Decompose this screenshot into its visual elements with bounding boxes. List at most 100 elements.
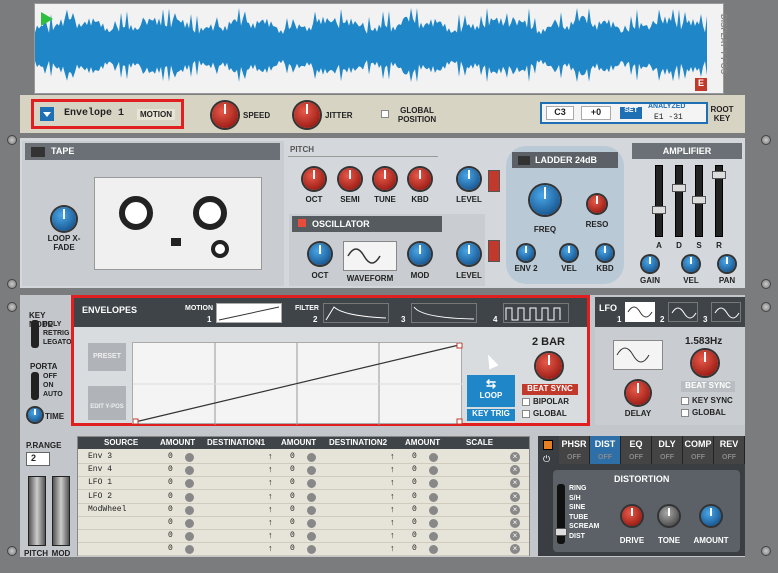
clear-row-icon[interactable]: ×	[510, 491, 520, 502]
release-slider[interactable]	[712, 165, 726, 237]
porta-switch[interactable]	[31, 372, 39, 400]
pitch-semi-knob[interactable]	[339, 168, 361, 190]
loop-button[interactable]: ⇆ LOOP	[467, 375, 515, 407]
table-row[interactable]: 0 ↑ 0 ↑ 0 ×	[78, 530, 529, 544]
amp-vel-knob[interactable]	[683, 256, 699, 272]
bipolar-checkbox[interactable]	[522, 397, 530, 406]
clear-row-icon[interactable]: ×	[510, 504, 520, 515]
amount2-knob-icon[interactable]	[307, 532, 316, 542]
env-bipolar-option[interactable]: BIPOLAR	[522, 397, 569, 406]
key-mode-switch[interactable]	[31, 320, 39, 348]
row-amount2[interactable]: 0	[290, 452, 295, 461]
row-amount1[interactable]: 0	[168, 492, 173, 501]
row-source[interactable]: LFO 2	[88, 492, 112, 501]
amount2-knob-icon[interactable]	[307, 479, 316, 489]
pitch-oct-knob[interactable]	[303, 168, 325, 190]
row-amount2[interactable]: 0	[290, 478, 295, 487]
amount3-knob-icon[interactable]	[429, 532, 438, 542]
dest2-arrow-icon[interactable]: ↑	[390, 504, 395, 514]
row-source[interactable]: ModWheel	[88, 505, 126, 514]
row-amount3[interactable]: 0	[412, 452, 417, 461]
collapse-icon[interactable]	[31, 146, 45, 157]
osc-oct-knob[interactable]	[309, 243, 331, 265]
lfo-delay-knob[interactable]	[626, 381, 650, 405]
lfo-global-checkbox[interactable]	[681, 408, 689, 417]
dest1-arrow-icon[interactable]: ↑	[268, 491, 273, 501]
amount3-knob-icon[interactable]	[429, 466, 438, 476]
loop-xfade-knob[interactable]	[52, 207, 76, 231]
fx-tab-rev[interactable]: REV OFF	[714, 436, 745, 464]
dest1-arrow-icon[interactable]: ↑	[268, 477, 273, 487]
row-amount2[interactable]: 0	[290, 505, 295, 514]
osc-level-knob[interactable]	[458, 243, 480, 265]
dest1-arrow-icon[interactable]: ↑	[268, 464, 273, 474]
amount2-knob-icon[interactable]	[307, 466, 316, 476]
row-source[interactable]: LFO 1	[88, 478, 112, 487]
row-amount1[interactable]: 0	[168, 531, 173, 540]
row-source[interactable]: Env 4	[88, 465, 112, 474]
amount1-knob-icon[interactable]	[185, 466, 194, 476]
filter-env2-knob[interactable]	[518, 245, 534, 261]
fx-tab-eq[interactable]: EQ OFF	[621, 436, 652, 464]
filter-freq-knob[interactable]	[530, 185, 560, 215]
preset-button[interactable]: PRESET	[88, 343, 126, 371]
key-mode-poly[interactable]: POLY	[43, 321, 61, 328]
amount1-knob-icon[interactable]	[185, 545, 194, 555]
fx-tab-dly[interactable]: DLY OFF	[652, 436, 683, 464]
tape-route-switch[interactable]	[488, 170, 500, 192]
dist-mode-tube[interactable]: TUBE	[569, 514, 588, 521]
amount1-knob-icon[interactable]	[185, 505, 194, 515]
row-amount2[interactable]: 0	[290, 518, 295, 527]
amount2-knob-icon[interactable]	[307, 453, 316, 462]
lfo-key-sync-option[interactable]: KEY SYNC	[681, 396, 733, 405]
pitch-kbd-knob[interactable]	[409, 168, 431, 190]
dest2-arrow-icon[interactable]: ↑	[390, 491, 395, 501]
dist-mode-dist[interactable]: DIST	[569, 533, 585, 540]
dist-mode-ring[interactable]: RING	[569, 485, 587, 492]
root-note-display[interactable]: C3	[546, 106, 574, 120]
row-amount1[interactable]: 0	[168, 518, 173, 527]
start-flag-icon[interactable]	[41, 12, 53, 26]
amount3-knob-icon[interactable]	[429, 453, 438, 462]
amount2-knob-icon[interactable]	[307, 505, 316, 515]
mod-source-selector[interactable]: Envelope 1 MOTION	[31, 99, 184, 129]
amp-pan-knob[interactable]	[719, 256, 735, 272]
porta-auto[interactable]: AUTO	[43, 391, 63, 398]
row-amount2[interactable]: 0	[290, 544, 295, 553]
env-tab-2[interactable]	[323, 303, 389, 323]
table-row[interactable]: 0 ↑ 0 ↑ 0 ×	[78, 543, 529, 557]
pitch-tune-knob[interactable]	[374, 168, 396, 190]
dest1-arrow-icon[interactable]: ↑	[268, 543, 273, 553]
dist-mode-sine[interactable]: SINE	[569, 504, 585, 511]
attack-slider[interactable]	[652, 165, 666, 237]
dropdown-icon[interactable]	[40, 107, 54, 121]
amount3-knob-icon[interactable]	[429, 505, 438, 515]
row-amount1[interactable]: 0	[168, 478, 173, 487]
lfo-rate-knob[interactable]	[692, 350, 718, 376]
key-trig-button[interactable]: KEY TRIG	[467, 409, 515, 421]
osc-route-switch[interactable]	[488, 240, 500, 262]
table-row[interactable]: Env 3 0 ↑ 0 ↑ 0 ×	[78, 451, 529, 464]
row-amount3[interactable]: 0	[412, 492, 417, 501]
amount1-knob-icon[interactable]	[185, 532, 194, 542]
amount2-knob-icon[interactable]	[307, 545, 316, 555]
fx-tab-dist[interactable]: DIST OFF	[590, 436, 621, 464]
jitter-knob[interactable]	[294, 102, 320, 128]
lfo-tab-3[interactable]	[711, 302, 741, 322]
envelope-editor[interactable]	[132, 342, 463, 425]
lfo-beat-sync-button[interactable]: BEAT SYNC	[681, 381, 735, 392]
osc-power-icon[interactable]	[298, 219, 306, 227]
env-tab-4-num[interactable]: 4	[493, 315, 497, 324]
row-amount1[interactable]: 0	[168, 505, 173, 514]
clear-row-icon[interactable]: ×	[510, 452, 520, 462]
row-amount3[interactable]: 0	[412, 465, 417, 474]
porta-time-knob[interactable]	[28, 408, 42, 422]
dest1-arrow-icon[interactable]: ↑	[268, 530, 273, 540]
dist-mode-slider[interactable]	[555, 484, 567, 544]
amount1-knob-icon[interactable]	[185, 453, 194, 462]
clear-row-icon[interactable]: ×	[510, 544, 520, 555]
drive-knob[interactable]	[622, 506, 642, 526]
row-amount1[interactable]: 0	[168, 465, 173, 474]
env-global-option[interactable]: GLOBAL	[522, 409, 567, 418]
waveform-selector[interactable]	[343, 241, 397, 271]
